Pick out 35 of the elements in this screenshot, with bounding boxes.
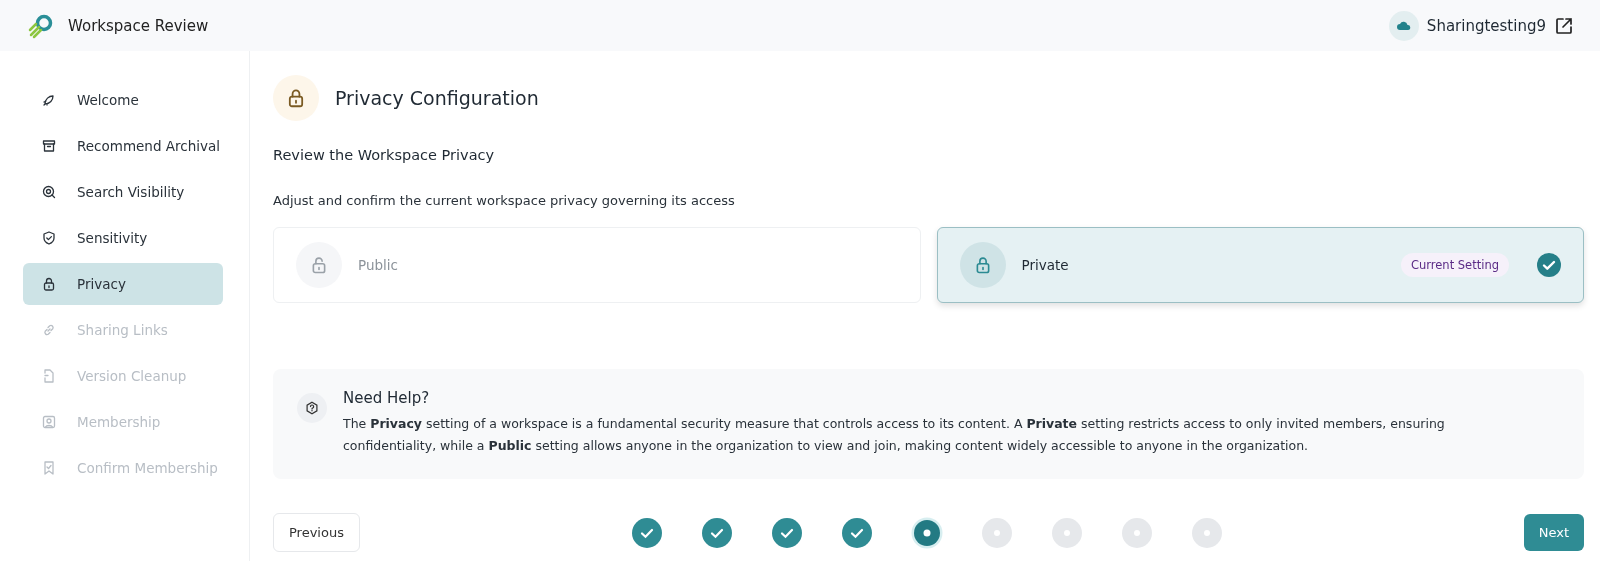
step-indicator[interactable] [770, 516, 803, 549]
section-heading: Review the Workspace Privacy [273, 147, 496, 163]
step-indicator[interactable] [630, 516, 663, 549]
file-icon [41, 368, 57, 384]
workspace-name: Sharingtesting9 [1426, 16, 1546, 35]
external-link-icon[interactable] [1554, 15, 1574, 36]
lock-icon [959, 242, 1006, 288]
check-icon [1537, 253, 1561, 277]
help-text: The Privacy setting of a workspace is a fundamental security measure that controls access to its content. A Private setting restricts access to only invited members, ensuring confidentiality, while a Public setting allows anyone in the organization to view and join, making content widely accessible to anyone in the organization. [343, 415, 1446, 455]
step-indicator[interactable] [840, 516, 873, 549]
shield-icon [41, 230, 57, 246]
lock-icon [41, 276, 57, 292]
help-icon [305, 401, 319, 415]
step-indicator[interactable] [910, 516, 943, 549]
unlock-icon [296, 242, 342, 288]
archive-icon [41, 138, 57, 154]
cloud-icon [1388, 10, 1419, 41]
step-indicator[interactable] [700, 516, 733, 549]
sidebar-item[interactable]: Recommend Archival [23, 125, 223, 167]
bookmark-icon [41, 460, 57, 476]
sidebar-item[interactable]: Privacy [23, 263, 223, 305]
logo-icon [28, 12, 54, 39]
privacy-option[interactable]: Private Current Setting [936, 227, 1584, 303]
sidebar-item[interactable]: Search Visibility [23, 171, 223, 213]
page-title: Privacy Configuration [335, 87, 539, 109]
previous-button[interactable]: Previous [273, 513, 360, 552]
next-button[interactable]: Next [1523, 514, 1584, 551]
description: Adjust and confirm the current workspace privacy governing its access [273, 193, 736, 208]
help-title: Need Help? [343, 389, 431, 407]
link-icon [41, 322, 57, 338]
current-setting-badge: Current Setting [1400, 253, 1509, 277]
app-title: Workspace Review [68, 16, 209, 35]
user-icon [41, 414, 57, 430]
sidebar-item[interactable]: Welcome [23, 79, 223, 121]
sidebar-item[interactable]: Sensitivity [23, 217, 223, 259]
